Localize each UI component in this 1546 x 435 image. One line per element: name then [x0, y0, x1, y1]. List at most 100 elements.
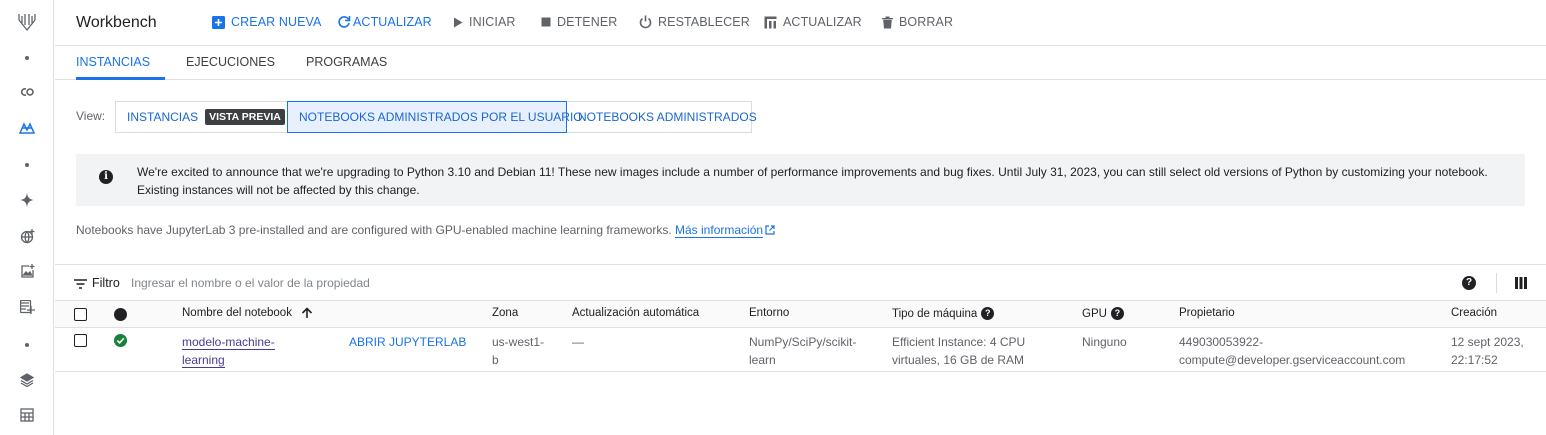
filter-label: Filtro	[92, 276, 120, 290]
column-header-machine-type[interactable]: Tipo de máquina ?	[892, 307, 995, 320]
help-icon[interactable]: ?	[1462, 276, 1476, 290]
column-header-owner[interactable]: Propietario	[1179, 307, 1235, 319]
view-option-instancias-label: INSTANCIAS	[127, 110, 199, 124]
info-banner: i We're excited to announce that we're u…	[76, 154, 1525, 206]
view-label: View:	[76, 109, 106, 123]
notebook-name-link-line2[interactable]: learning	[182, 353, 225, 368]
create-new-button[interactable]: CREAR NUEVA	[212, 15, 321, 29]
notebook-name-cell: modelo-machine- learning	[182, 333, 275, 369]
info-banner-text: We're excited to announce that we're upg…	[137, 165, 1488, 197]
delete-button[interactable]: BORRAR	[882, 15, 953, 29]
select-all-checkbox[interactable]	[74, 308, 87, 321]
sparkle-icon[interactable]	[0, 191, 54, 209]
globe-add-icon[interactable]	[0, 227, 54, 245]
filter-icon	[74, 279, 87, 289]
more-info-link[interactable]: Más información	[675, 223, 764, 238]
column-header-name-label: Nombre del notebook	[182, 307, 292, 319]
column-header-gpu[interactable]: GPU ?	[1082, 307, 1124, 320]
delete-label: BORRAR	[899, 15, 954, 29]
preview-badge: VISTA PREVIA	[205, 109, 285, 125]
column-header-gpu-label: GPU	[1082, 307, 1107, 320]
info-icon: i	[99, 170, 113, 184]
upgrade-icon	[764, 16, 777, 28]
tab-programas[interactable]: PROGRAMAS	[306, 55, 387, 69]
stop-label: DETENER	[557, 15, 618, 29]
image-add-icon[interactable]	[0, 262, 54, 280]
tab-ejecuciones[interactable]: EJECUCIONES	[186, 55, 275, 69]
stop-icon	[541, 17, 551, 27]
nav-separator-dot	[0, 341, 54, 349]
auto-update-cell: —	[572, 335, 584, 349]
refresh-button[interactable]: ACTUALIZAR	[337, 15, 432, 29]
workbench-icon[interactable]	[0, 118, 54, 138]
environment-cell: NumPy/SciPy/scikit- learn	[749, 333, 856, 369]
more-info-link-label: Más información	[675, 223, 764, 237]
tab-instancias[interactable]: INSTANCIAS	[76, 55, 150, 69]
gpu-help-icon[interactable]: ?	[1110, 307, 1124, 320]
nav-separator-dot	[0, 161, 54, 169]
reset-label: RESTABLECER	[658, 15, 750, 29]
environment-cell-line1: NumPy/SciPy/scikit-	[749, 335, 857, 349]
left-nav-rail	[0, 0, 54, 435]
created-cell-line2: 22:17:52	[1451, 353, 1498, 367]
active-tab-indicator	[76, 77, 165, 80]
refresh-icon	[338, 16, 351, 28]
machine-type-cell-line2: virtuales, 16 GB de RAM	[892, 353, 1025, 367]
filter-bar: Filtro ?	[55, 264, 1546, 301]
column-header-auto-update[interactable]: Actualización automática	[572, 307, 699, 319]
upgrade-button[interactable]: ACTUALIZAR	[764, 15, 862, 29]
layers-icon[interactable]	[0, 371, 54, 389]
colab-icon[interactable]	[0, 83, 54, 101]
refresh-label: ACTUALIZAR	[353, 15, 432, 29]
column-header-environment[interactable]: Entorno	[749, 307, 789, 319]
view-option-managed-label: NOTEBOOKS ADMINISTRADOS	[578, 110, 757, 124]
owner-cell: 449030053922- compute@developer.gservice…	[1179, 333, 1405, 369]
column-header-zone[interactable]: Zona	[492, 307, 518, 319]
notes-text: Notebooks have JupyterLab 3 pre-installe…	[76, 223, 775, 238]
column-header-machine-type-label: Tipo de máquina	[892, 307, 978, 320]
external-link-icon	[765, 225, 775, 235]
zone-cell-line2: b	[492, 353, 499, 367]
nav-separator-dot	[0, 54, 54, 62]
add-box-icon	[212, 15, 225, 29]
stop-button[interactable]: DETENER	[541, 15, 617, 29]
power-icon	[639, 15, 652, 29]
filter-divider	[1496, 273, 1497, 293]
tab-bar: INSTANCIAS EJECUCIONES PROGRAMAS	[55, 46, 1546, 80]
table-header: Nombre del notebook Zona Actualización a…	[55, 301, 1546, 328]
view-option-instancias[interactable]: INSTANCIAS VISTA PREVIA	[115, 101, 288, 133]
zone-cell-line1: us-west1-	[492, 335, 545, 349]
row-checkbox[interactable]	[74, 334, 87, 347]
column-header-created[interactable]: Creación	[1451, 307, 1497, 319]
filter-input[interactable]	[131, 271, 631, 295]
view-option-user-managed-label: NOTEBOOKS ADMINISTRADOS POR EL USUARIO	[299, 110, 583, 124]
owner-cell-line1: 449030053922-	[1179, 335, 1264, 349]
create-new-label: CREAR NUEVA	[231, 15, 322, 29]
notebook-name-link[interactable]: modelo-machine-	[182, 335, 275, 350]
owner-cell-line2: compute@developer.gserviceaccount.com	[1179, 353, 1406, 367]
column-display-icon[interactable]	[1515, 277, 1527, 289]
vertex-ai-logo-icon[interactable]	[0, 8, 54, 36]
reset-button[interactable]: RESTABLECER	[639, 15, 750, 29]
trash-icon	[882, 16, 893, 28]
environment-cell-line2: learn	[749, 353, 776, 367]
list-add-icon[interactable]	[0, 298, 54, 316]
table-row: modelo-machine- learning ABRIR JUPYTERLA…	[55, 328, 1546, 372]
dataset-grid-icon[interactable]	[0, 406, 54, 424]
gpu-cell: Ninguno	[1082, 335, 1127, 349]
machine-type-cell: Efficient Instance: 4 CPU virtuales, 16 …	[892, 333, 1025, 369]
machine-type-help-icon[interactable]: ?	[981, 307, 995, 320]
view-option-managed[interactable]: NOTEBOOKS ADMINISTRADOS	[566, 101, 757, 133]
view-option-user-managed[interactable]: NOTEBOOKS ADMINISTRADOS POR EL USUARIO	[287, 101, 583, 133]
status-column-icon	[114, 308, 127, 321]
notes-description: Notebooks have JupyterLab 3 pre-installe…	[76, 223, 672, 237]
top-toolbar: Workbench CREAR NUEVA ACTUALIZAR INICIAR…	[55, 0, 1546, 46]
page-title: Workbench	[76, 14, 157, 31]
created-cell-line1: 12 sept 2023,	[1451, 335, 1524, 349]
open-jupyterlab-button[interactable]: ABRIR JUPYTERLAB	[349, 333, 466, 351]
machine-type-cell-line1: Efficient Instance: 4 CPU	[892, 335, 1026, 349]
sort-ascending-icon[interactable]	[301, 307, 313, 319]
start-button[interactable]: INICIAR	[453, 15, 516, 29]
zone-cell: us-west1- b	[492, 333, 544, 369]
column-header-name[interactable]: Nombre del notebook	[182, 307, 313, 319]
